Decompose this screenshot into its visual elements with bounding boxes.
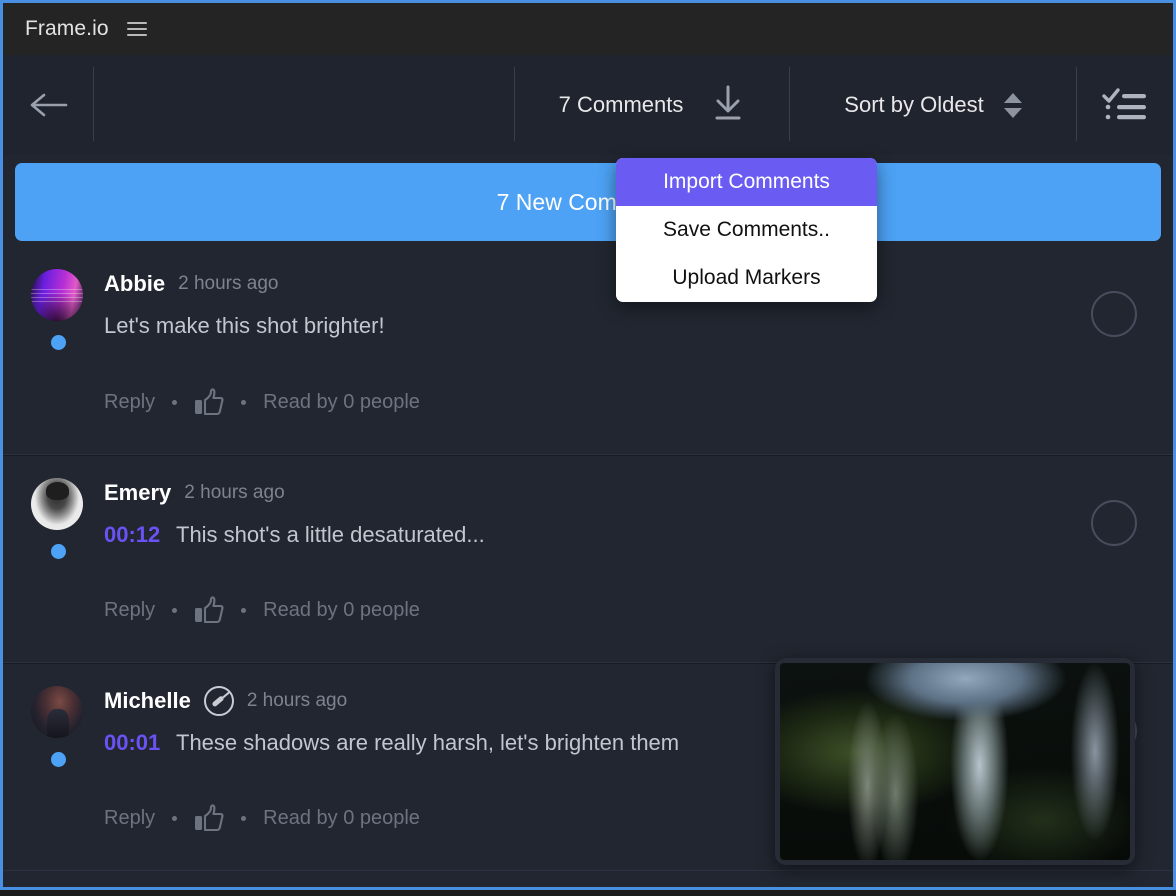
menu-item-upload-markers[interactable]: Upload Markers [616,254,877,302]
action-separator [172,607,178,613]
reply-button[interactable]: Reply [104,807,155,830]
video-preview-thumbnail[interactable] [775,658,1135,865]
comment-author: Michelle [104,688,191,713]
reply-button[interactable]: Reply [104,599,155,622]
back-arrow-icon[interactable] [26,83,70,127]
read-by-label: Read by 0 people [263,598,420,621]
banner-container: 7 New Comments [3,155,1173,247]
comment-count-group: 7 Comments [515,55,789,155]
comment-item: Abbie 2 hours ago Let's make this shot b… [3,247,1173,455]
back-button[interactable] [3,55,93,155]
comment-time: 2 hours ago [184,482,285,503]
new-comments-banner[interactable]: 7 New Comments [15,163,1161,241]
title-bar: Frame.io [3,3,1173,55]
reply-button[interactable]: Reply [104,391,155,414]
brush-badge-icon [203,686,234,716]
unread-indicator [51,544,66,559]
app-brand: Frame.io [25,17,109,40]
comment-timecode[interactable]: 00:12 [104,522,160,547]
comment-actions: Reply Read by 0 people [104,388,420,416]
thumbs-up-icon[interactable] [194,596,224,624]
checklist-icon [1102,88,1146,120]
action-separator [241,815,247,821]
comment-actions: Reply Read by 0 people [104,804,420,832]
comment-body: Let's make this shot brighter! [104,313,385,338]
comment-text-row: 00:12 This shot's a little desaturated..… [104,522,1113,548]
menu-item-label: Import Comments [663,170,830,193]
sort-label: Sort by Oldest [844,92,984,117]
thumbs-up-icon[interactable] [194,804,224,832]
app-window: Frame.io 7 Comments Sort by Oldest 7 New… [0,0,1176,890]
read-by-label: Read by 0 people [263,390,420,413]
forest-preview-image [780,663,1130,860]
comment-timecode[interactable]: 00:01 [104,730,160,755]
hamburger-icon[interactable] [126,18,149,40]
comment-actions: Reply Read by 0 people [104,596,420,624]
action-separator [241,399,247,405]
thumbs-up-icon[interactable] [194,388,224,416]
comment-item: Emery 2 hours ago 00:12 This shot's a li… [3,455,1173,663]
menu-item-import-comments[interactable]: Import Comments [616,158,877,206]
action-separator [241,607,247,613]
avatar[interactable] [31,269,83,321]
action-separator [172,815,178,821]
menu-item-label: Upload Markers [672,266,821,289]
checklist-button[interactable] [1077,55,1173,155]
action-separator [172,399,178,405]
comment-complete-checkbox[interactable] [1091,500,1137,546]
avatar[interactable] [31,478,83,530]
comment-header: Abbie 2 hours ago [104,269,1113,299]
comment-time: 2 hours ago [246,690,348,711]
menu-item-label: Save Comments.. [663,218,830,241]
read-by-label: Read by 0 people [263,806,420,829]
comment-header: Emery 2 hours ago [104,478,1113,508]
comments-toolbar: 7 Comments Sort by Oldest [3,55,1173,155]
menu-item-save-comments[interactable]: Save Comments.. [616,206,877,254]
avatar[interactable] [31,686,83,738]
comment-author: Abbie [104,271,166,296]
comment-body: This shot's a little desaturated... [176,522,485,547]
sort-updown-icon[interactable] [1003,92,1022,118]
download-icon[interactable] [711,83,745,128]
comment-complete-checkbox[interactable] [1091,291,1137,337]
export-dropdown-menu: Import Comments Save Comments.. Upload M… [616,158,877,302]
comment-body: These shadows are really harsh, let's br… [176,730,680,755]
sort-control[interactable]: Sort by Oldest [790,55,1076,155]
comment-count-label: 7 Comments [558,92,684,117]
comment-author: Emery [104,480,172,505]
unread-indicator [51,335,66,350]
unread-indicator [51,752,66,767]
comment-text-row: Let's make this shot brighter! [104,313,1113,339]
comment-time: 2 hours ago [178,273,279,294]
